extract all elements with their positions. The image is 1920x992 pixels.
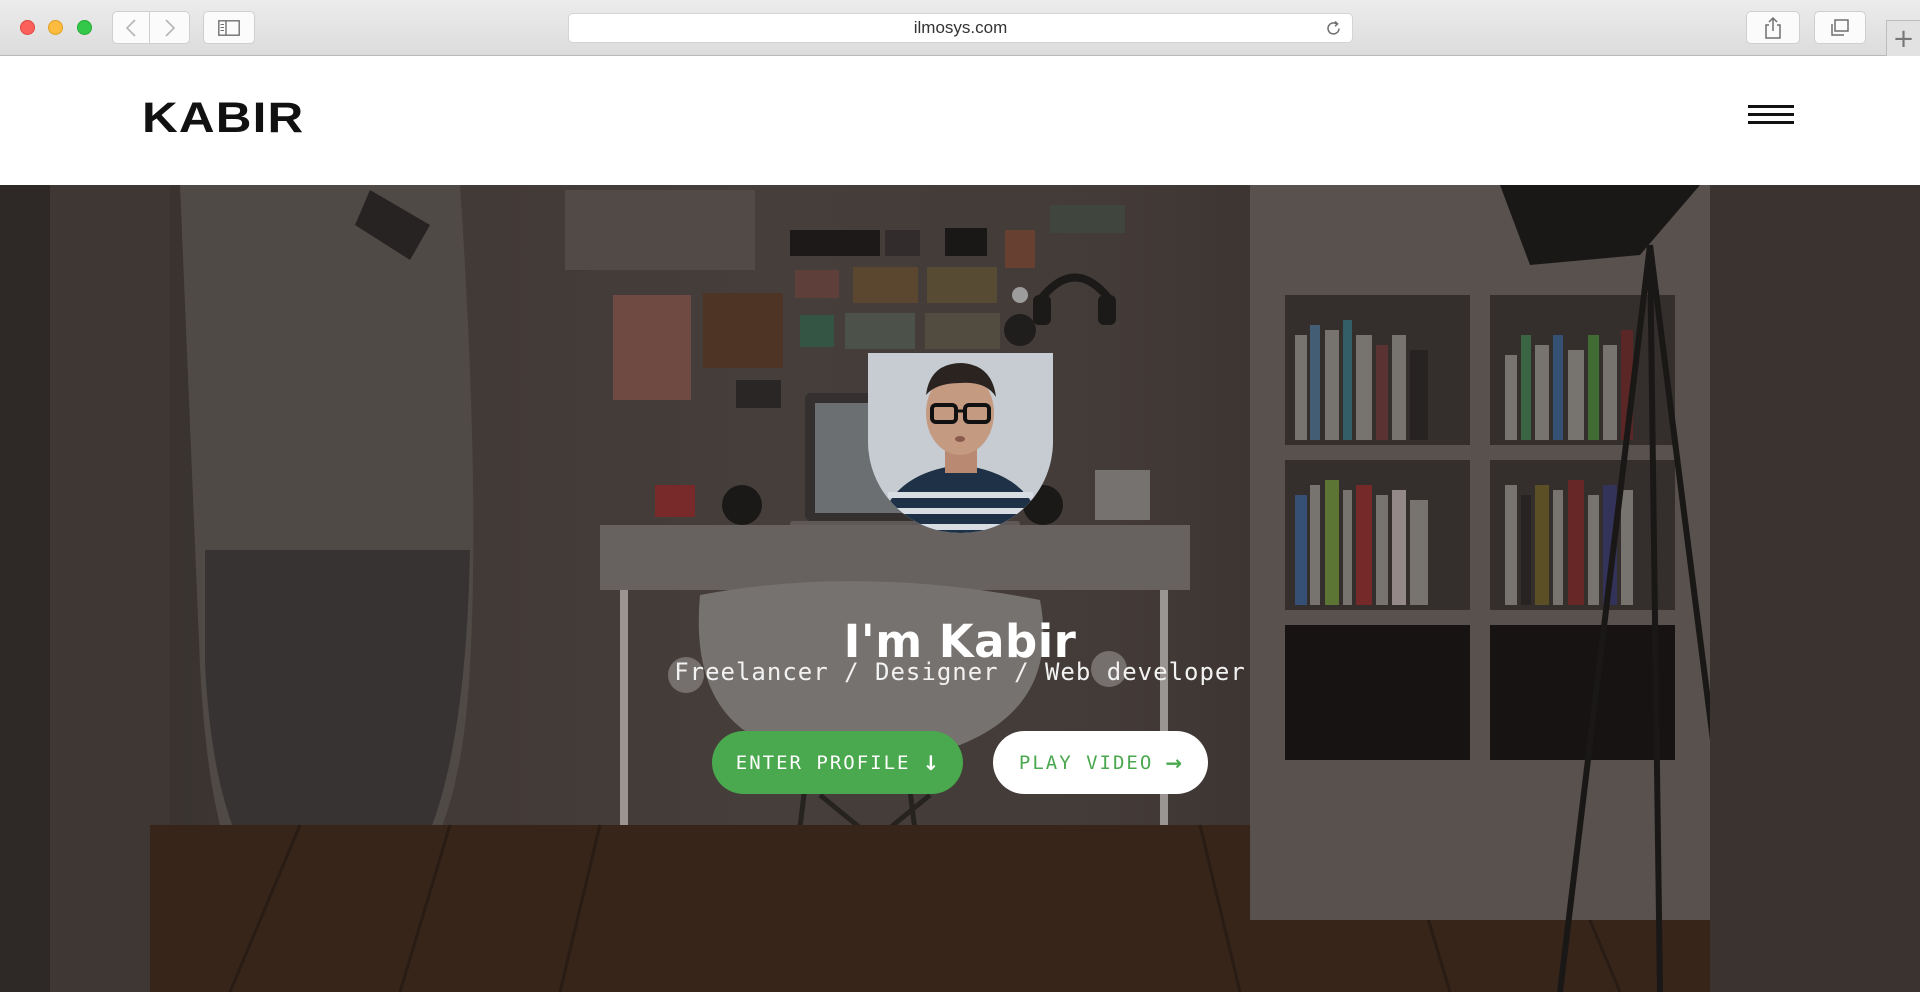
site-logo[interactable]: KABIR [142, 94, 304, 143]
hamburger-menu-button[interactable] [1748, 105, 1794, 127]
hero-section: I'm Kabir Freelancer / Designer / Web de… [0, 185, 1920, 992]
hero-overlay [0, 185, 1920, 992]
show-tabs-button[interactable] [1814, 11, 1866, 44]
play-video-button[interactable]: PLAY VIDEO → [993, 731, 1208, 794]
enter-profile-label: ENTER PROFILE [735, 751, 911, 774]
site-header: KABIR [0, 56, 1920, 185]
back-button[interactable] [112, 11, 150, 44]
close-window-button[interactable] [20, 20, 35, 35]
browser-toolbar: ilmosys.com + [0, 0, 1920, 56]
sidebar-toggle-button[interactable] [203, 11, 255, 44]
chevron-right-icon [164, 18, 175, 37]
menu-line [1748, 121, 1794, 124]
hero-subtitle: Freelancer / Designer / Web developer [674, 658, 1246, 686]
url-text: ilmosys.com [913, 18, 1008, 37]
share-icon [1765, 16, 1781, 39]
share-button[interactable] [1746, 11, 1800, 44]
sidebar-icon [218, 19, 240, 36]
reload-icon[interactable] [1325, 20, 1342, 37]
avatar-image [868, 353, 1053, 533]
menu-line [1748, 105, 1794, 108]
menu-line [1748, 113, 1794, 116]
new-tab-button[interactable]: + [1886, 20, 1920, 56]
forward-button[interactable] [150, 11, 190, 44]
enter-profile-button[interactable]: ENTER PROFILE ↓ [712, 731, 963, 794]
maximize-window-button[interactable] [77, 20, 92, 35]
play-video-label: PLAY VIDEO [1018, 751, 1154, 774]
arrow-right-icon: → [1165, 750, 1183, 775]
address-bar[interactable]: ilmosys.com [568, 13, 1353, 43]
minimize-window-button[interactable] [48, 20, 63, 35]
profile-photo [868, 353, 1053, 533]
chevron-left-icon [125, 18, 136, 37]
plus-icon: + [1892, 23, 1915, 54]
arrow-down-icon: ↓ [922, 750, 940, 775]
tabs-overview-icon [1831, 18, 1849, 36]
